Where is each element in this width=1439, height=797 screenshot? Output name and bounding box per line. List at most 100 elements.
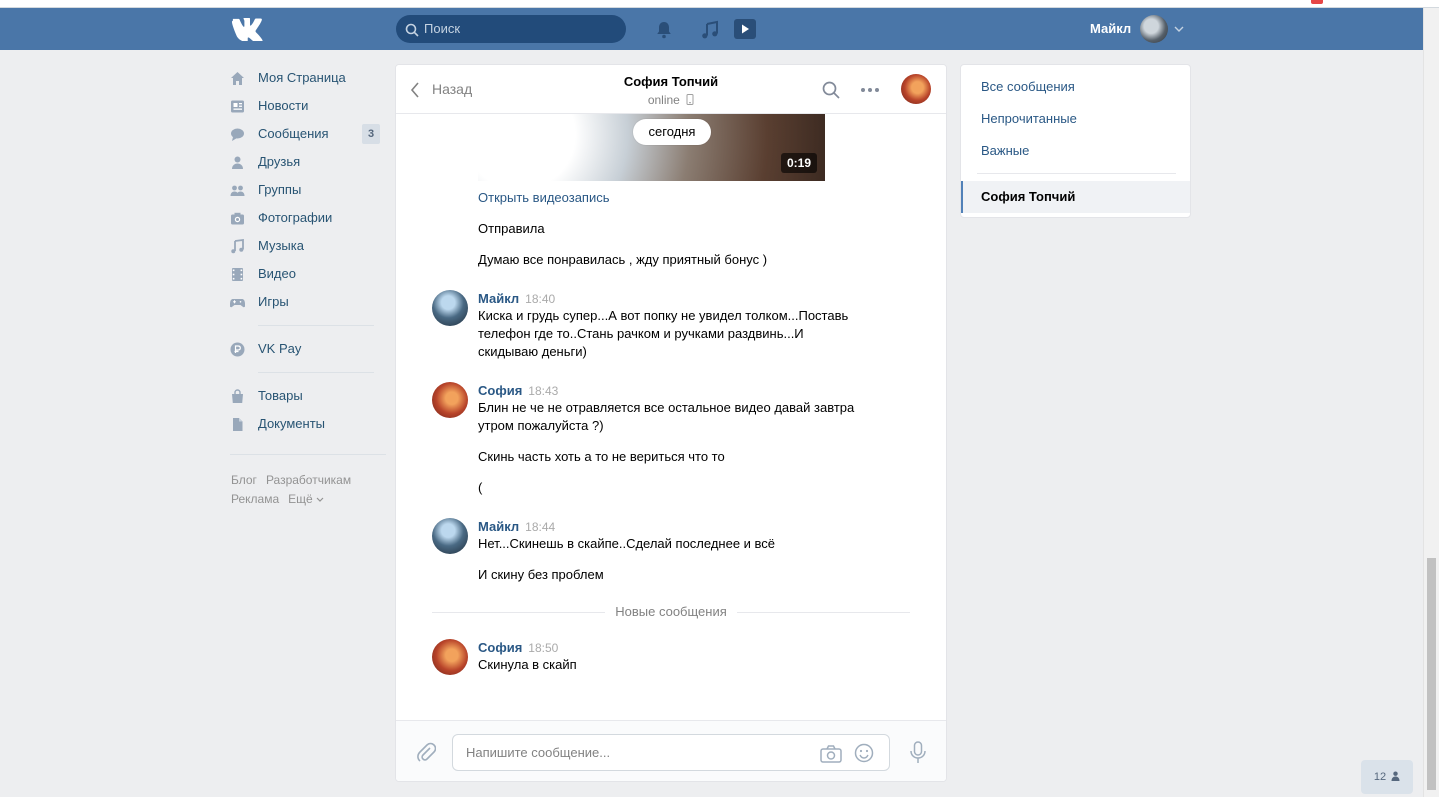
new-messages-text: Новые сообщения [605, 604, 737, 619]
message-text: телефон где то..Стань рачком и ручками р… [478, 326, 804, 341]
messages-count-badge: 3 [362, 124, 380, 144]
nav-label: Документы [258, 416, 326, 431]
message-composer: Напишите сообщение... [396, 720, 946, 781]
browser-indicator [1311, 0, 1323, 4]
search-icon[interactable] [822, 81, 840, 99]
music-icon[interactable] [700, 20, 720, 40]
nav-games[interactable]: Игры [226, 288, 386, 316]
filter-all-messages[interactable]: Все сообщения [981, 78, 1075, 96]
avatar[interactable] [432, 290, 468, 326]
message-text: И скину без проблем [478, 567, 604, 582]
active-conversation-label: София Топчий [981, 189, 1076, 204]
scrollbar-thumb[interactable] [1427, 558, 1436, 790]
avatar[interactable] [432, 639, 468, 675]
footer-blog-link[interactable]: Блог [231, 473, 257, 487]
nav-label: Видео [258, 266, 296, 281]
vk-logo-icon[interactable] [231, 17, 265, 41]
nav-label: Сообщения [258, 126, 329, 141]
nav-music[interactable]: Музыка [226, 232, 386, 260]
paperclip-icon[interactable] [416, 741, 436, 763]
author-name[interactable]: Майкл [478, 291, 519, 306]
music-note-icon [231, 239, 244, 254]
message-text: Блин не че не отравляется все остальное … [478, 400, 855, 415]
bell-icon[interactable] [654, 20, 674, 40]
message-author[interactable]: Майкл 18:40 [478, 290, 555, 308]
chat-status: online [396, 93, 946, 107]
nav-video[interactable]: Видео [226, 260, 386, 288]
nav-documents[interactable]: Документы [226, 410, 386, 438]
search-input[interactable]: Поиск [396, 15, 626, 43]
online-friends-counter[interactable]: 12 [1361, 760, 1413, 794]
camera-icon[interactable] [820, 745, 842, 763]
nav-divider [258, 372, 374, 373]
message-text: Киска и грудь супер...А вот попку не уви… [478, 308, 849, 323]
page-scrollbar[interactable] [1423, 8, 1439, 797]
messages-icon [231, 128, 244, 141]
footer-more-label: Ещё [288, 492, 313, 506]
nav-label: Моя Страница [258, 70, 346, 85]
message-author[interactable]: София 18:43 [478, 382, 558, 400]
nav-messages[interactable]: Сообщения 3 [226, 120, 386, 148]
nav-friends[interactable]: Друзья [226, 148, 386, 176]
more-icon[interactable] [860, 87, 880, 93]
footer-dev-link[interactable]: Разработчикам [266, 473, 351, 487]
date-pill: сегодня [633, 119, 711, 145]
nav-news[interactable]: Новости [226, 92, 386, 120]
nav-groups[interactable]: Группы [226, 176, 386, 204]
top-header: Поиск Майкл [0, 8, 1423, 50]
active-conversation[interactable]: София Топчий [961, 181, 1190, 213]
footer-ads-link[interactable]: Реклама [231, 492, 279, 506]
video-duration: 0:19 [780, 153, 817, 173]
bag-icon [232, 389, 243, 403]
nav-label: VK Pay [258, 341, 302, 356]
person-icon [1391, 771, 1400, 781]
footer-more-link[interactable]: Ещё [288, 492, 324, 506]
message-time: 18:40 [525, 292, 556, 306]
nav-vkpay[interactable]: VK Pay [226, 335, 386, 363]
avatar[interactable] [432, 518, 468, 554]
document-icon [233, 418, 243, 431]
mobile-icon [686, 94, 694, 105]
nav-goods[interactable]: Товары [226, 382, 386, 410]
user-name[interactable]: Майкл [1090, 8, 1131, 50]
film-icon [232, 268, 243, 281]
avatar[interactable] [432, 382, 468, 418]
message-time: 18:43 [528, 384, 559, 398]
nav-photos[interactable]: Фотографии [226, 204, 386, 232]
nav-label: Игры [258, 294, 289, 309]
message-text: скидываю деньги) [478, 344, 587, 359]
news-icon [231, 100, 244, 113]
chevron-down-icon [316, 497, 324, 502]
message-text: Отправила [478, 221, 545, 236]
nav-label: Товары [258, 388, 303, 403]
nav-my-page[interactable]: Моя Страница [226, 64, 386, 92]
filter-important[interactable]: Важные [981, 142, 1029, 160]
message-time: 18:50 [528, 641, 559, 655]
search-icon [405, 23, 419, 37]
microphone-icon[interactable] [908, 741, 928, 765]
gamepad-icon [230, 299, 245, 308]
online-status: online [647, 93, 680, 107]
nav-label: Новости [258, 98, 309, 113]
message-author[interactable]: София 18:50 [478, 639, 558, 657]
nav-divider [230, 454, 386, 455]
author-name[interactable]: София [478, 640, 522, 655]
open-video-link[interactable]: Открыть видеозапись [478, 189, 610, 207]
chat-panel: Назад София Топчий online 0:19 сегодня О… [395, 64, 947, 782]
filter-divider [977, 173, 1176, 174]
browser-strip [0, 0, 1439, 8]
nav-label: Фотографии [258, 210, 333, 225]
filter-unread[interactable]: Непрочитанные [981, 110, 1077, 128]
message-author[interactable]: Майкл 18:44 [478, 518, 555, 536]
user-avatar[interactable] [1140, 15, 1168, 43]
nav-label: Музыка [258, 238, 304, 253]
contact-avatar[interactable] [901, 74, 931, 104]
chevron-down-icon[interactable] [1174, 25, 1184, 33]
new-messages-label: Новые сообщения [432, 603, 910, 621]
groups-icon [230, 185, 245, 196]
vkpay-icon [230, 342, 245, 357]
author-name[interactable]: Майкл [478, 519, 519, 534]
emoji-icon[interactable] [854, 743, 874, 763]
author-name[interactable]: София [478, 383, 522, 398]
play-icon[interactable] [731, 18, 757, 40]
